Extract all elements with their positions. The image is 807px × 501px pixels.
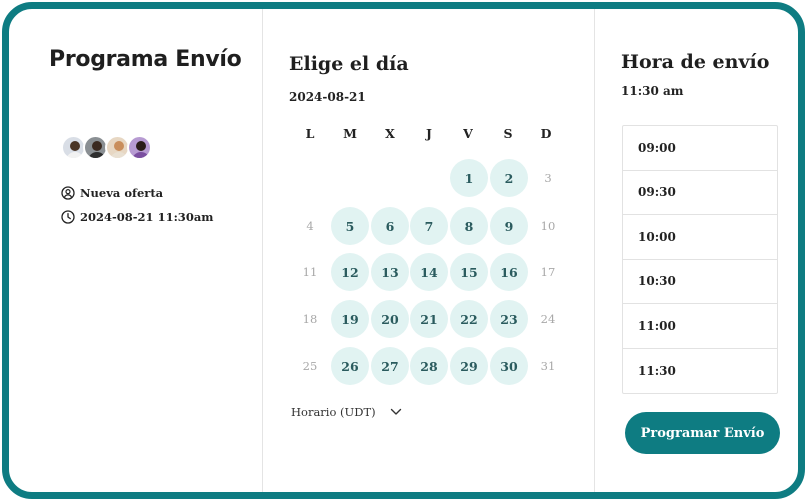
timezone-label: Horario (UDT) <box>291 405 376 419</box>
schedule-button[interactable]: Programar Envío <box>625 412 780 454</box>
calendar-day[interactable]: 2 <box>490 159 528 197</box>
calendar-day[interactable]: 9 <box>490 207 528 245</box>
calendar-day[interactable]: 21 <box>410 300 448 338</box>
calendar-day-disabled: 11 <box>302 265 318 279</box>
time-slot[interactable]: 09:30 <box>623 171 777 215</box>
weekday-label: J <box>426 126 432 141</box>
calendar-day[interactable]: 8 <box>450 207 488 245</box>
time-slot[interactable]: 10:30 <box>623 260 777 304</box>
avatar <box>127 135 152 160</box>
selected-date: 2024-08-21 <box>289 90 366 104</box>
calendar-day-disabled: 25 <box>302 359 318 373</box>
time-panel: Hora de envío 11:30 am 09:00 09:30 10:00… <box>595 9 798 492</box>
calendar-day[interactable]: 20 <box>371 300 409 338</box>
weekday-label: V <box>463 126 473 141</box>
time-slot[interactable]: 11:30 <box>623 349 777 394</box>
avatar-group <box>61 135 152 160</box>
time-slot[interactable]: 11:00 <box>623 304 777 349</box>
calendar-day[interactable]: 7 <box>410 207 448 245</box>
calendar-day[interactable]: 15 <box>450 253 488 291</box>
calendar-day-disabled: 24 <box>540 312 556 326</box>
calendar-panel: Elige el día 2024-08-21 L M X J V S D 1 … <box>263 9 595 492</box>
calendar-day[interactable]: 1 <box>450 159 488 197</box>
calendar-day[interactable]: 22 <box>450 300 488 338</box>
calendar-day[interactable]: 12 <box>331 253 369 291</box>
offer-label: Nueva oferta <box>80 186 164 200</box>
calendar-day-disabled: 10 <box>540 219 556 233</box>
calendar-day[interactable]: 28 <box>410 347 448 385</box>
calendar-day[interactable]: 29 <box>450 347 488 385</box>
summary-panel: Programa Envío Nueva oferta 2024-08-21 1… <box>9 9 263 492</box>
calendar-day-disabled: 4 <box>306 219 314 233</box>
calendar-day-disabled: 17 <box>540 265 556 279</box>
clock-icon <box>61 210 75 224</box>
calendar-day[interactable]: 16 <box>490 253 528 291</box>
calendar-day[interactable]: 23 <box>490 300 528 338</box>
weekday-label: M <box>343 126 357 141</box>
calendar-day[interactable]: 27 <box>371 347 409 385</box>
calendar-day-disabled: 3 <box>544 171 552 185</box>
calendar-day[interactable]: 26 <box>331 347 369 385</box>
page-title: Programa Envío <box>49 47 242 72</box>
weekday-label: X <box>385 126 395 141</box>
scheduler-card: Programa Envío Nueva oferta 2024-08-21 1… <box>2 2 805 499</box>
calendar-day[interactable]: 6 <box>371 207 409 245</box>
time-title: Hora de envío <box>621 51 770 73</box>
calendar-day-disabled: 31 <box>540 359 556 373</box>
selected-time: 11:30 am <box>621 84 684 98</box>
calendar-day[interactable]: 13 <box>371 253 409 291</box>
timezone-select[interactable]: Horario (UDT) <box>291 405 402 419</box>
calendar-title: Elige el día <box>289 53 409 75</box>
time-slot[interactable]: 10:00 <box>623 215 777 260</box>
calendar-day[interactable]: 30 <box>490 347 528 385</box>
user-circle-icon <box>61 186 75 200</box>
offer-row: Nueva oferta <box>61 186 163 200</box>
weekday-label: S <box>503 126 513 141</box>
calendar-day-disabled: 18 <box>302 312 318 326</box>
datetime-label: 2024-08-21 11:30am <box>80 210 214 224</box>
weekday-label: L <box>305 126 315 141</box>
time-slot-list: 09:00 09:30 10:00 10:30 11:00 11:30 <box>622 125 778 394</box>
calendar-day[interactable]: 14 <box>410 253 448 291</box>
weekday-label: D <box>540 126 552 141</box>
time-slot[interactable]: 09:00 <box>623 126 777 171</box>
calendar-day[interactable]: 5 <box>331 207 369 245</box>
chevron-down-icon <box>390 408 402 416</box>
calendar-day[interactable]: 19 <box>331 300 369 338</box>
datetime-row: 2024-08-21 11:30am <box>61 210 213 224</box>
